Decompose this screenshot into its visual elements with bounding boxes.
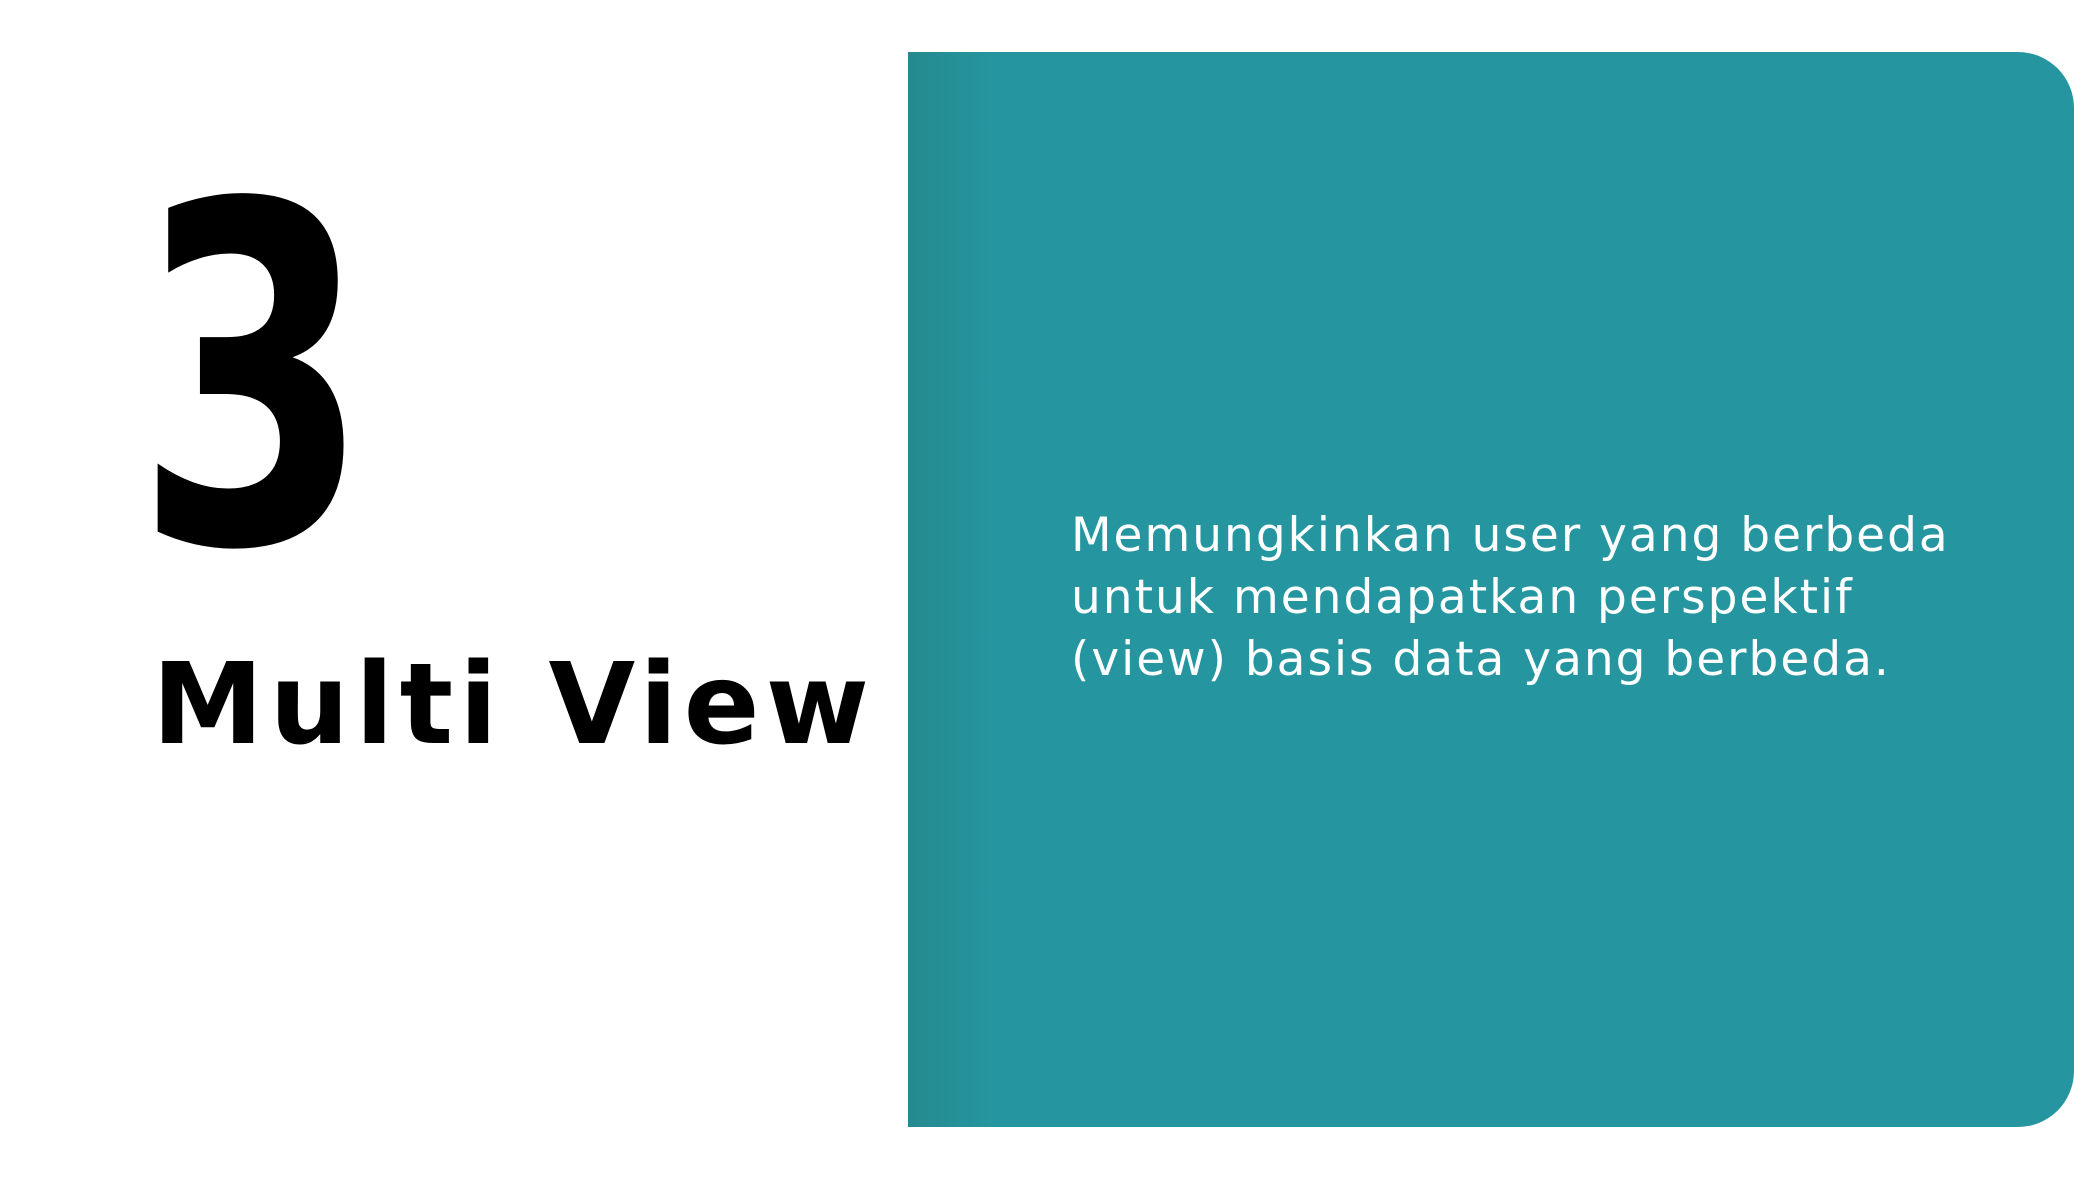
slide-title: Multi View (152, 640, 876, 770)
slide-number: 3 (135, 106, 370, 653)
description-text: Memungkinkan user yang berbeda untuk men… (1071, 505, 1971, 691)
description-line-3: (view) basis data yang berbeda. (1071, 632, 1891, 687)
description-line-1: Memungkinkan user yang berbeda (1071, 508, 1950, 563)
slide: 3 Multi View Memungkinkan user yang berb… (0, 0, 2074, 1177)
description-line-2: untuk mendapatkan perspektif (1071, 570, 1854, 625)
